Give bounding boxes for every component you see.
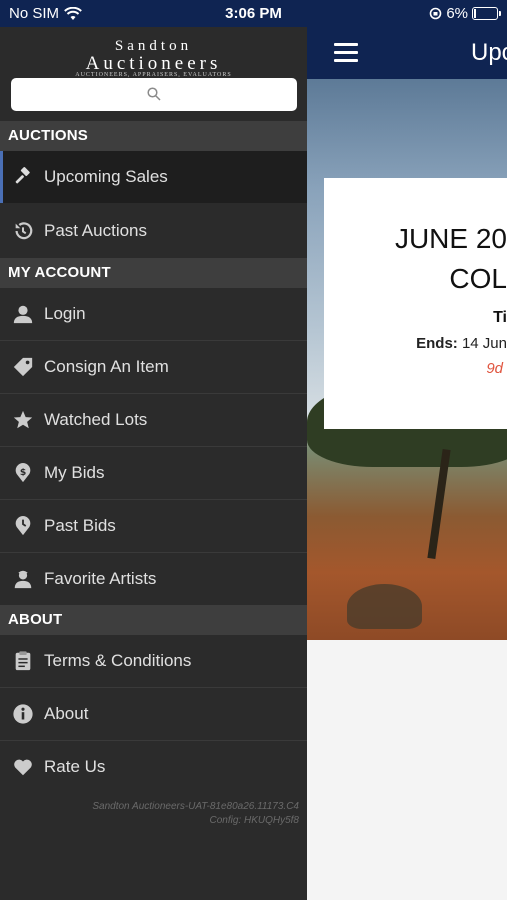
menu-label-terms: Terms & Conditions [44, 651, 192, 670]
menu-item-watched-lots[interactable]: Watched Lots [0, 394, 307, 446]
dollar-pin-icon: $ [11, 461, 35, 485]
clipboard-icon [11, 649, 35, 673]
gavel-icon [11, 165, 35, 189]
menu-item-login[interactable]: Login [0, 288, 307, 340]
menu-label-consign: Consign An Item [44, 357, 169, 376]
sale-ends-label: Ends: [416, 335, 458, 352]
section-my-account: MY ACCOUNT [0, 258, 307, 288]
search-input[interactable] [11, 78, 297, 111]
menu-item-upcoming-sales[interactable]: Upcoming Sales [0, 151, 307, 203]
heart-icon [11, 755, 35, 779]
menu-item-my-bids[interactable]: $ My Bids [0, 447, 307, 499]
sale-ends-value: 14 Jun [461, 335, 507, 352]
battery-percent: 6% [446, 5, 468, 22]
menu-item-past-bids[interactable]: Past Bids [0, 500, 307, 552]
menu-label-my-bids: My Bids [44, 463, 105, 482]
menu-item-rate-us[interactable]: Rate Us [0, 741, 307, 793]
side-drawer: Sandton Auctioneers AUCTIONEERS, APPRAIS… [0, 27, 307, 900]
user-icon [11, 302, 35, 326]
star-icon [11, 408, 35, 432]
tag-icon [11, 355, 35, 379]
menu-icon[interactable] [334, 43, 358, 63]
menu-label-login: Login [44, 304, 86, 323]
menu-label-upcoming-sales: Upcoming Sales [44, 167, 168, 186]
menu-label-watched-lots: Watched Lots [44, 410, 148, 429]
history-icon [11, 219, 35, 243]
orientation-lock-icon [430, 7, 442, 20]
clock-pin-icon [11, 514, 35, 538]
sale-ends: Ends: 14 Jun [416, 335, 507, 352]
sale-time-left: 9d [486, 360, 503, 377]
menu-label-favorite-artists: Favorite Artists [44, 569, 157, 588]
section-about: ABOUT [0, 605, 307, 635]
battery-icon [472, 7, 501, 20]
sale-title-line2: COL [449, 263, 507, 294]
menu-label-past-auctions: Past Auctions [44, 221, 148, 240]
build-line: Sandton Auctioneers-UAT-81e80a26.11173.C… [92, 801, 299, 812]
main-content: Upc JUNE 20 COL Ti Ends: 14 Jun 9d [307, 27, 507, 900]
search-icon [147, 87, 161, 101]
nav-bar: Upc [307, 27, 507, 79]
sale-hero-image[interactable]: JUNE 20 COL Ti Ends: 14 Jun 9d [307, 79, 507, 640]
nav-title: Upc [471, 39, 507, 66]
artist-icon [11, 567, 35, 591]
menu-item-terms[interactable]: Terms & Conditions [0, 635, 307, 687]
sale-time-label: Ti [493, 309, 507, 326]
menu-label-past-bids: Past Bids [44, 516, 116, 535]
config-line: Config: HKUQHy5f8 [209, 815, 299, 826]
status-bar: No SIM 3:06 PM 6% [0, 0, 507, 27]
status-right: 6% [429, 5, 501, 22]
section-auctions: AUCTIONS [0, 121, 307, 151]
menu-item-favorite-artists[interactable]: Favorite Artists [0, 553, 307, 605]
menu-item-consign[interactable]: Consign An Item [0, 341, 307, 393]
sale-title-line1: JUNE 20 [394, 223, 507, 254]
build-info: Sandton Auctioneers-UAT-81e80a26.11173.C… [92, 800, 299, 828]
menu-item-about[interactable]: About [0, 688, 307, 740]
svg-text:$: $ [20, 467, 26, 478]
menu-label-about: About [44, 704, 89, 723]
shrub [347, 584, 422, 629]
logo-line2: Auctioneers [85, 53, 222, 74]
logo: Sandton Auctioneers AUCTIONEERS, APPRAIS… [0, 38, 307, 78]
menu-label-rate-us: Rate Us [44, 757, 106, 776]
info-icon [11, 702, 35, 726]
menu-item-past-auctions[interactable]: Past Auctions [0, 205, 307, 257]
sale-card[interactable]: JUNE 20 COL Ti Ends: 14 Jun 9d [324, 178, 507, 429]
